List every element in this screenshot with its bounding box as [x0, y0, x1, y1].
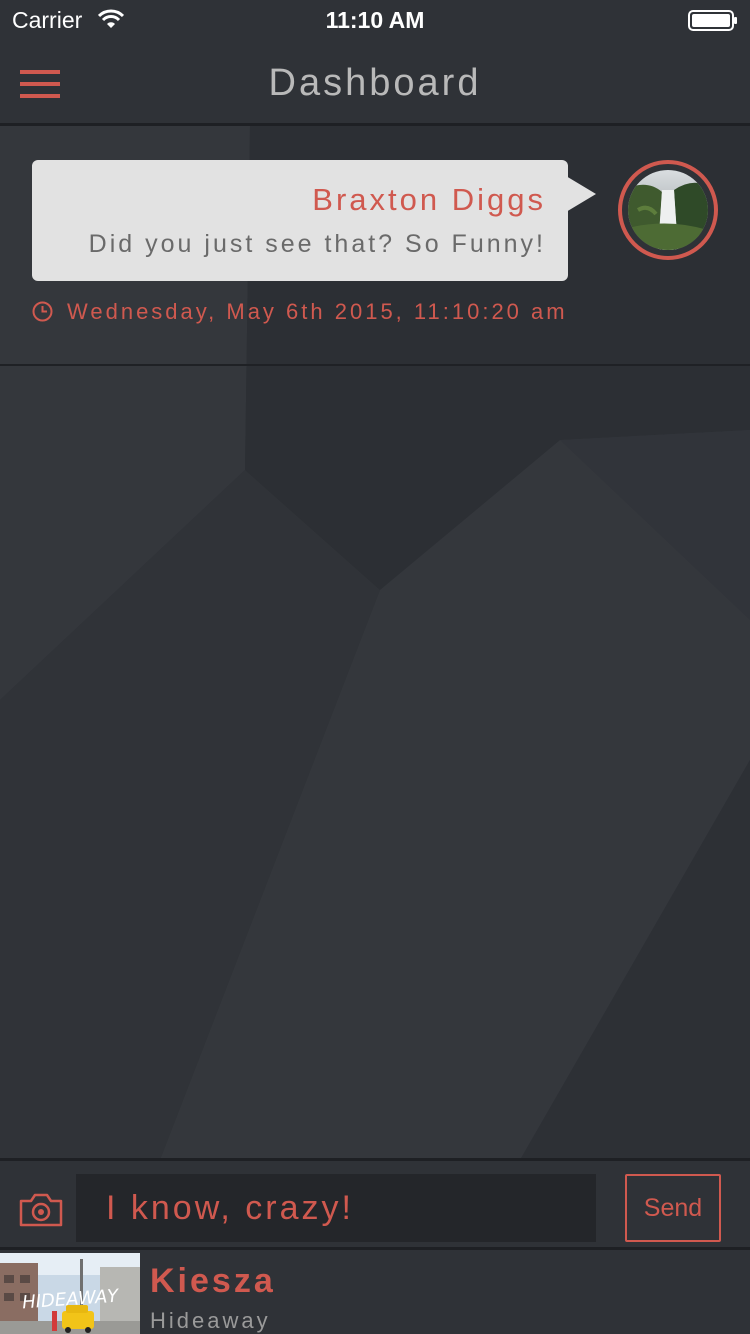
avatar[interactable]: [618, 160, 718, 260]
album-art[interactable]: HIDEAWAY: [0, 1253, 140, 1334]
message-item: Braxton Diggs Did you just see that? So …: [0, 129, 750, 366]
composer-bar: Send: [0, 1158, 750, 1246]
message-text: Did you just see that? So Funny!: [88, 230, 546, 258]
bubble-tail: [566, 176, 596, 212]
camera-icon[interactable]: [18, 1191, 64, 1229]
send-button[interactable]: Send: [625, 1174, 721, 1242]
clock-icon: [32, 301, 53, 322]
message-divider: [0, 364, 750, 366]
message-bubble[interactable]: Braxton Diggs Did you just see that? So …: [32, 160, 568, 281]
sender-name[interactable]: Braxton Diggs: [312, 182, 546, 218]
navigation-bar: Dashboard: [0, 40, 750, 126]
message-input[interactable]: [76, 1174, 596, 1242]
page-title: Dashboard: [268, 62, 482, 104]
track-artist: Kiesza: [150, 1262, 276, 1300]
avatar-waterfall-image: [628, 170, 708, 250]
status-bar: Carrier 11:10 AM: [0, 0, 750, 40]
battery-icon: [688, 10, 737, 31]
track-title: Hideaway: [150, 1308, 271, 1333]
timestamp-text: Wednesday, May 6th 2015, 11:10:20 am: [67, 299, 568, 324]
now-playing-bar[interactable]: HIDEAWAY Kiesza Hideaway: [0, 1247, 750, 1334]
status-time: 11:10 AM: [325, 7, 425, 33]
